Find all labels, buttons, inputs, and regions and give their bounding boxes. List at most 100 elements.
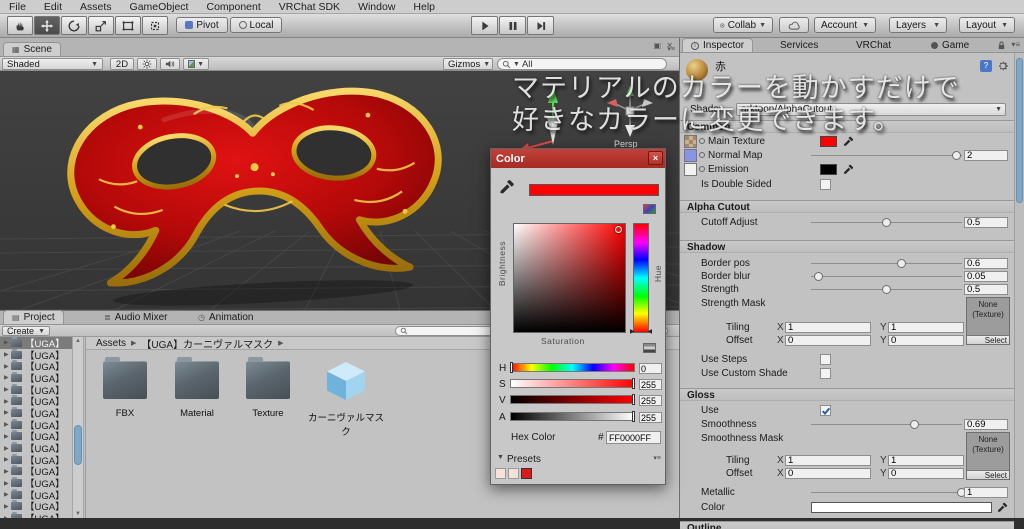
shadow-offset-y-field[interactable]: [888, 335, 964, 346]
section-outline[interactable]: Outline: [680, 521, 1014, 529]
slider-thumb[interactable]: [952, 151, 962, 160]
account-dropdown[interactable]: Account ▼: [814, 17, 876, 33]
view-orientation-gizmo[interactable]: [602, 83, 658, 139]
section-gloss[interactable]: Gloss: [680, 388, 1014, 401]
rect-tool-button[interactable]: [115, 16, 141, 35]
expand-triangle-icon[interactable]: ▶: [4, 351, 11, 358]
vrchat-tab[interactable]: VRChat: [848, 38, 899, 52]
menu-window[interactable]: Window: [349, 1, 404, 13]
presets-label[interactable]: Presets: [507, 454, 541, 465]
gloss-color-swatch[interactable]: [811, 502, 992, 513]
s-slider-thumb[interactable]: [632, 378, 635, 389]
breadcrumb-root[interactable]: Assets: [96, 338, 126, 349]
collab-button[interactable]: Collab ▼: [713, 17, 773, 33]
move-tool-button[interactable]: [34, 16, 60, 35]
gloss-offset-x-field[interactable]: [785, 468, 871, 479]
expand-triangle-icon[interactable]: ▶: [4, 421, 11, 428]
scroll-up-icon[interactable]: ▲: [75, 338, 81, 344]
main-texture-color-swatch[interactable]: [820, 136, 837, 147]
eyedropper-icon[interactable]: [843, 136, 854, 147]
saturation-value-picker[interactable]: [513, 223, 626, 333]
menu-vrchat-sdk[interactable]: VRChat SDK: [270, 1, 349, 13]
metallic-slider[interactable]: [811, 488, 966, 497]
menu-file[interactable]: File: [0, 1, 35, 13]
gloss-tiling-y-field[interactable]: [888, 455, 964, 466]
h-value-field[interactable]: [639, 363, 662, 374]
hand-tool-button[interactable]: [7, 16, 33, 35]
expand-triangle-icon[interactable]: ▶: [4, 480, 11, 487]
gizmos-dropdown[interactable]: Gizmos ▼: [443, 58, 493, 70]
help-book-icon[interactable]: ?: [980, 60, 992, 72]
v-slider[interactable]: [510, 394, 635, 405]
main-texture-thumbnail[interactable]: [684, 135, 697, 148]
expand-triangle-icon[interactable]: ▶: [4, 445, 11, 452]
expand-triangle-icon[interactable]: ▶: [4, 409, 11, 416]
project-tab[interactable]: ▤ Project: [3, 310, 64, 324]
normal-map-slider[interactable]: [811, 151, 962, 160]
section-alpha-cutout[interactable]: Alpha Cutout: [680, 200, 1014, 213]
menu-assets[interactable]: Assets: [71, 1, 121, 13]
expand-triangle-icon[interactable]: ▶: [4, 339, 11, 346]
h-slider[interactable]: [510, 362, 635, 373]
scene-maximize-icon[interactable]: ▣: [653, 41, 661, 50]
transform-tool-button[interactable]: [142, 16, 168, 35]
services-tab[interactable]: Services: [772, 38, 826, 52]
tree-scrollbar-thumb[interactable]: [74, 425, 82, 465]
scale-tool-button[interactable]: [88, 16, 114, 35]
inspector-tab[interactable]: i Inspector: [682, 38, 754, 52]
gloss-tiling-x-field[interactable]: [785, 455, 871, 466]
v-value-field[interactable]: [639, 395, 662, 406]
local-toggle-button[interactable]: Local: [230, 17, 282, 33]
carnival-mask-model[interactable]: [42, 71, 474, 310]
scroll-down-icon[interactable]: ▼: [75, 511, 81, 517]
preset-swatch-2[interactable]: [508, 468, 519, 479]
strength-value-field[interactable]: [964, 284, 1008, 295]
normal-map-thumbnail[interactable]: [684, 149, 697, 162]
normal-map-value-field[interactable]: [964, 150, 1008, 161]
sv-picker-cursor[interactable]: [615, 226, 622, 233]
animation-tab[interactable]: ◷ Animation: [190, 310, 261, 324]
effects-dropdown[interactable]: ▼: [183, 58, 209, 70]
play-button[interactable]: [471, 16, 498, 35]
use-steps-checkbox[interactable]: [820, 354, 831, 365]
h-slider-thumb[interactable]: [510, 362, 513, 373]
expand-triangle-icon[interactable]: ▶: [4, 456, 11, 463]
shader-dropdown[interactable]: arktoon/AlphaCutout ▼: [736, 103, 1006, 116]
inspector-scrollbar-thumb[interactable]: [1016, 58, 1023, 203]
shadow-tiling-y-field[interactable]: [888, 322, 964, 333]
border-pos-slider[interactable]: [811, 259, 962, 268]
slider-thumb[interactable]: [896, 259, 906, 268]
a-slider[interactable]: [510, 411, 635, 422]
lighting-toggle-button[interactable]: [137, 58, 157, 70]
expand-triangle-icon[interactable]: ▶: [4, 491, 11, 498]
cloud-button[interactable]: [779, 17, 809, 33]
picker-mode-icon[interactable]: [643, 204, 656, 214]
project-tree-scrollbar[interactable]: ▲ ▼: [72, 337, 84, 518]
layers-dropdown[interactable]: Layers ▼: [889, 17, 947, 33]
gear-icon[interactable]: [997, 60, 1009, 72]
shadow-tiling-x-field[interactable]: [785, 322, 871, 333]
preset-swatch-3[interactable]: [521, 468, 532, 479]
use-custom-shade-checkbox[interactable]: [820, 368, 831, 379]
metallic-value-field[interactable]: [964, 487, 1008, 498]
step-button[interactable]: [527, 16, 554, 35]
scene-search-field[interactable]: ▼ All: [497, 58, 667, 70]
slider-thumb[interactable]: [881, 285, 891, 294]
slider-thumb[interactable]: [881, 218, 891, 227]
game-tab[interactable]: Game: [923, 38, 977, 52]
expand-triangle-icon[interactable]: ▶: [4, 374, 11, 381]
asset-texture-folder[interactable]: Texture: [238, 357, 298, 419]
move-gizmo[interactable]: [516, 79, 576, 159]
presets-menu-icon[interactable]: ▾≡: [653, 454, 661, 462]
eyedropper-icon[interactable]: [843, 164, 854, 175]
scene-tab[interactable]: ▦ Scene: [3, 42, 61, 56]
pivot-toggle-button[interactable]: Pivot: [176, 17, 228, 33]
emission-thumbnail[interactable]: [684, 163, 697, 176]
color-window-titlebar[interactable]: Color ×: [491, 149, 665, 168]
asset-prefab-cube[interactable]: カーニヴァルマスク: [304, 361, 388, 438]
double-sided-checkbox[interactable]: [820, 179, 831, 190]
audio-mixer-tab[interactable]: ≣ Audio Mixer: [96, 310, 176, 324]
gloss-offset-y-field[interactable]: [888, 468, 964, 479]
section-shadow[interactable]: Shadow: [680, 240, 1014, 253]
smoothness-slider[interactable]: [811, 420, 962, 429]
